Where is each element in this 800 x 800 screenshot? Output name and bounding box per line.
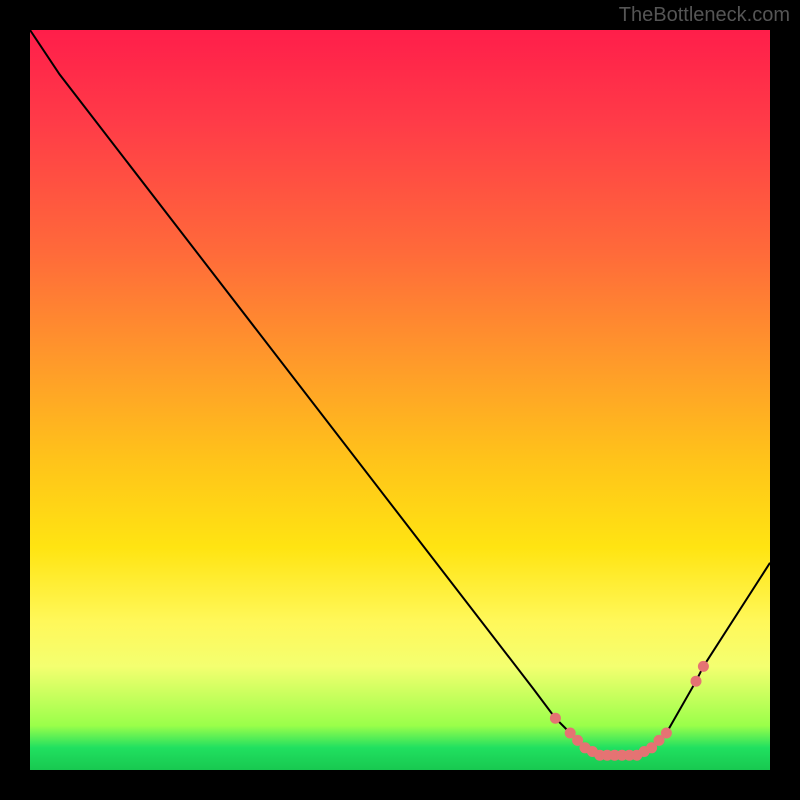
bottleneck-curve-line (30, 30, 770, 755)
highlight-markers-group (550, 661, 709, 761)
chart-container: TheBottleneck.com (0, 0, 800, 800)
highlight-marker (698, 661, 709, 672)
chart-svg (30, 30, 770, 770)
highlight-marker (661, 728, 672, 739)
highlight-marker (550, 713, 561, 724)
attribution-label: TheBottleneck.com (619, 4, 790, 27)
highlight-marker (691, 676, 702, 687)
